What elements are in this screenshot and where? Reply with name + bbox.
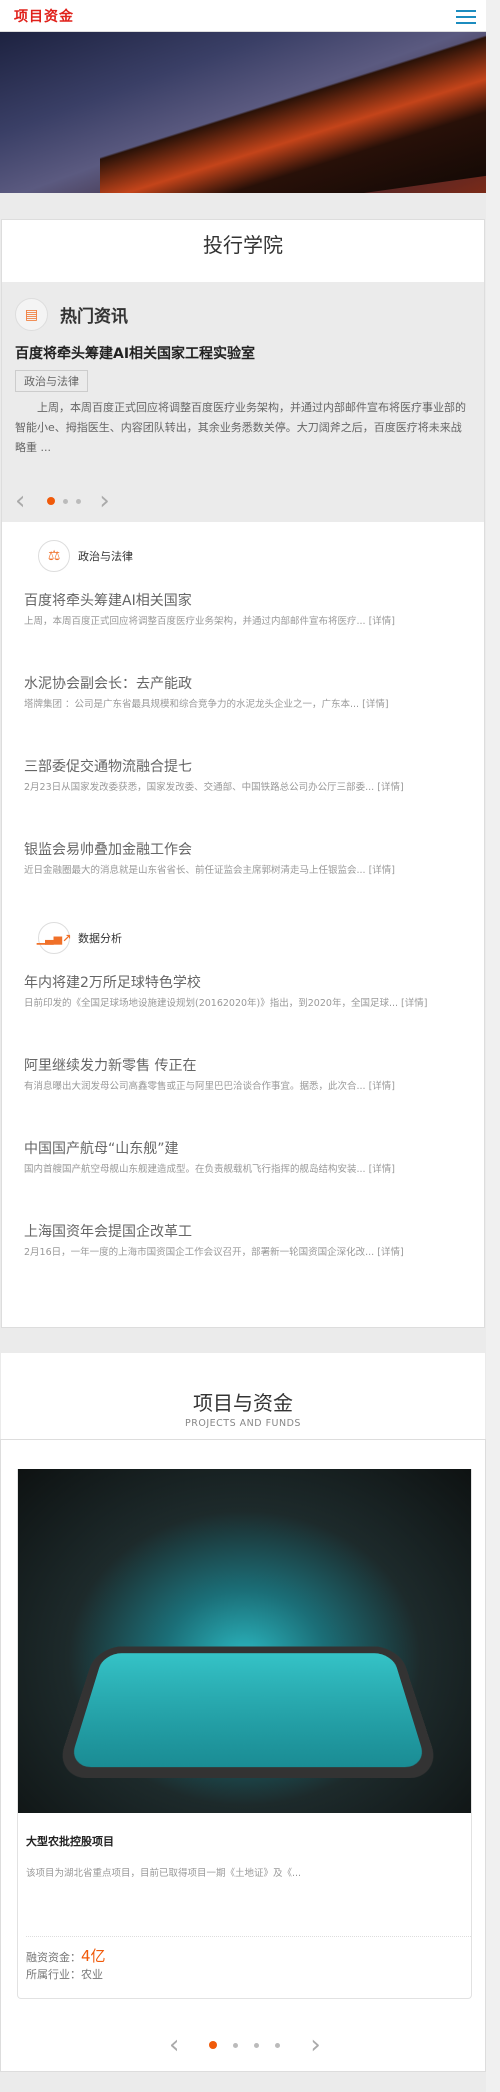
- details-link[interactable]: [详情]: [401, 998, 427, 1009]
- scrollbar[interactable]: [486, 0, 500, 2092]
- next-arrow-icon[interactable]: ›: [99, 488, 109, 514]
- category-name[interactable]: 政治与法律: [78, 548, 133, 564]
- category-header: ▁▃▅↗ 数据分析: [2, 922, 484, 954]
- prev-arrow-icon[interactable]: ‹: [169, 2032, 179, 2058]
- item-title[interactable]: 水泥协会副会长：去产能政: [24, 673, 484, 693]
- section-title: 项目与资金: [193, 1391, 293, 1415]
- item-summary: 塔牌集团 ：公司是广东省最具规模和综合竞争力的水泥龙头企业之一，广东本...: [24, 699, 360, 710]
- scales-icon: ⚖: [38, 540, 70, 572]
- item-summary: 2月16日，一年一度的上海市国资国企工作会议召开，部署新一轮国资国企深化改...: [24, 1247, 375, 1258]
- item-summary: 国内首艘国产航空母舰山东舰建造成型。在负责舰载机飞行指挥的舰岛结构安装...: [24, 1164, 366, 1175]
- item-title[interactable]: 中国国产航母“山东舰”建: [24, 1138, 484, 1158]
- project-name[interactable]: 大型农批控股项目: [26, 1833, 471, 1849]
- details-link[interactable]: [详情]: [369, 865, 395, 876]
- banner-carousel[interactable]: [0, 32, 486, 193]
- category-header: ⚖ 政治与法律: [2, 540, 484, 572]
- project-image: [18, 1469, 471, 1813]
- item-title[interactable]: 上海国资年会提国企改革工: [24, 1221, 484, 1241]
- details-link[interactable]: [详情]: [377, 1247, 403, 1258]
- item-title[interactable]: 年内将建2万所足球特色学校: [24, 972, 484, 992]
- carousel-dot[interactable]: [254, 2042, 260, 2048]
- carousel-dot[interactable]: [233, 2042, 239, 2048]
- industry-value: 农业: [81, 1968, 103, 1981]
- item-summary: 上周，本周百度正式回应将调整百度医疗业务架构，并通过内部邮件宣布将医疗...: [24, 616, 366, 627]
- hot-news: ▤ 热门资讯 百度将牵头筹建AI相关国家工程实验室 政治与法律 上周，本周百度正…: [2, 282, 484, 522]
- carousel-dot-active[interactable]: [47, 497, 56, 505]
- carousel-dot-active[interactable]: [209, 2041, 218, 2049]
- item-summary: 有消息曝出大润发母公司高鑫零售或正与阿里巴巴洽谈合作事宜。据悉，此次合...: [24, 1081, 366, 1092]
- list-item[interactable]: 中国国产航母“山东舰”建国内首艘国产航空母舰山东舰建造成型。在负责舰载机飞行指挥…: [2, 1120, 484, 1203]
- bar-chart-icon: ▁▃▅↗: [37, 922, 71, 954]
- academy-section: 投行学院 ▤ 热门资讯 百度将牵头筹建AI相关国家工程实验室 政治与法律 上周，…: [1, 219, 485, 1328]
- list-item[interactable]: 银监会易帅叠加金融工作会近日金融圈最大的消息就是山东省省长、前任证监会主席郭树清…: [2, 821, 484, 904]
- carousel-dot[interactable]: [76, 498, 82, 504]
- document-icon: ▤: [15, 298, 48, 331]
- prev-arrow-icon[interactable]: ‹: [15, 488, 25, 514]
- logo[interactable]: 项目资金: [14, 6, 74, 26]
- item-summary: 近日金融圈最大的消息就是山东省省长、前任证监会主席郭树清走马上任银监会...: [24, 865, 366, 876]
- category-tag[interactable]: 政治与法律: [15, 370, 88, 392]
- hamburger-icon[interactable]: [456, 10, 476, 24]
- list-item[interactable]: 年内将建2万所足球特色学校日前印发的《全国足球场地设施建设规划(20162020…: [2, 954, 484, 1037]
- projects-header: 项目与资金 PROJECTS AND FUNDS: [1, 1353, 485, 1439]
- list-item[interactable]: 三部委促交通物流融合提七 2月23日从国家发改委获悉，国家发改委、交通部、中国铁路…: [2, 738, 484, 821]
- projects-section: 大型农批控股项目 该项目为湖北省重点项目，目前已取得项目一期《土地证》及《...…: [0, 1439, 486, 2072]
- section-subtitle: PROJECTS AND FUNDS: [185, 1418, 301, 1429]
- list-item[interactable]: 阿里继续发力新零售 传正在有消息曝出大润发母公司高鑫零售或正与阿里巴巴洽谈合作事…: [2, 1037, 484, 1120]
- item-title[interactable]: 百度将牵头筹建AI相关国家: [24, 590, 484, 610]
- hot-news-title[interactable]: 百度将牵头筹建AI相关国家工程实验室: [15, 343, 471, 363]
- details-link[interactable]: [详情]: [377, 782, 403, 793]
- banner-image: [100, 32, 486, 193]
- list-item[interactable]: 上海国资年会提国企改革工 2月16日，一年一度的上海市国资国企工作会议召开，部署新…: [2, 1203, 484, 1286]
- list-item[interactable]: 水泥协会副会长：去产能政塔牌集团 ：公司是广东省最具规模和综合竞争力的水泥龙头企…: [2, 655, 484, 738]
- details-link[interactable]: [详情]: [369, 1164, 395, 1175]
- project-desc: 该项目为湖北省重点项目，目前已取得项目一期《土地证》及《...: [26, 1868, 302, 1879]
- details-link[interactable]: [详情]: [362, 699, 388, 710]
- next-arrow-icon[interactable]: ›: [310, 2032, 320, 2058]
- carousel-dot[interactable]: [63, 498, 69, 504]
- item-title[interactable]: 银监会易帅叠加金融工作会: [24, 839, 484, 859]
- fund-label: 融资资金：: [26, 1951, 81, 1964]
- hot-news-desc: 上周，本周百度正式回应将调整百度医疗业务架构，并通过内部邮件宣布将医疗事业部的智…: [15, 401, 466, 454]
- item-title[interactable]: 阿里继续发力新零售 传正在: [24, 1055, 484, 1075]
- details-link[interactable]: [详情]: [369, 616, 395, 627]
- project-card[interactable]: 大型农批控股项目 该项目为湖北省重点项目，目前已取得项目一期《土地证》及《...…: [17, 1469, 472, 1999]
- item-summary: 2月23日从国家发改委获悉，国家发改委、交通部、中国铁路总公司办公厅三部委...: [24, 782, 375, 793]
- carousel-dot[interactable]: [275, 2042, 281, 2048]
- divider: [26, 1936, 471, 1937]
- item-title[interactable]: 三部委促交通物流融合提七: [24, 756, 484, 776]
- header: 项目资金: [0, 0, 486, 32]
- list-item[interactable]: 百度将牵头筹建AI相关国家上周，本周百度正式回应将调整百度医疗业务架构，并通过内…: [2, 572, 484, 655]
- details-link[interactable]: [详情]: [369, 1081, 395, 1092]
- page: 项目资金 投行学院 ▤ 热门资讯 百度将牵头筹建AI相关国家工程实验室 政治与法…: [0, 0, 486, 2092]
- item-summary: 日前印发的《全国足球场地设施建设规划(20162020年)》指出，到2020年，…: [24, 998, 399, 1009]
- fund-value: 4亿: [81, 1947, 106, 1965]
- hot-news-heading: 热门资讯: [60, 307, 128, 327]
- section-title: 投行学院: [203, 233, 283, 257]
- category-name[interactable]: 数据分析: [78, 930, 122, 946]
- industry-label: 所属行业：: [26, 1968, 81, 1981]
